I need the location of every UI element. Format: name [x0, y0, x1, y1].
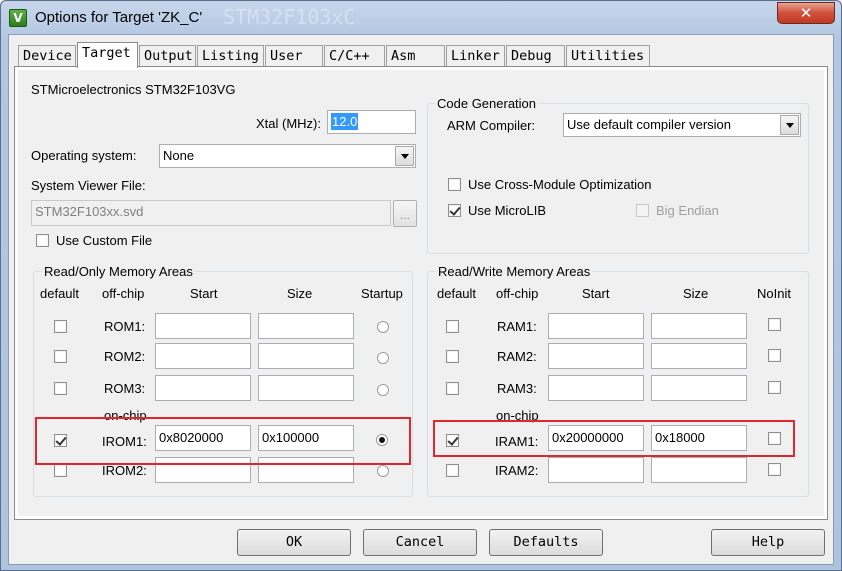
tab-target[interactable]: Target [77, 42, 138, 68]
ok-button[interactable]: OK [237, 529, 351, 556]
help-button[interactable]: Help [711, 529, 825, 556]
tab-linker[interactable]: Linker [446, 45, 505, 67]
cancel-button[interactable]: Cancel [363, 529, 477, 556]
title-bar[interactable]: V Options for Target 'ZK_C' STM32F103xC … [1, 1, 841, 35]
tab-device[interactable]: Device [18, 45, 76, 67]
background-title-fragment: STM32F103xC [223, 5, 356, 29]
window-title: Options for Target 'ZK_C' [35, 9, 203, 26]
tab-listing[interactable]: Listing [197, 45, 264, 67]
close-button[interactable]: ✕ [777, 2, 835, 24]
tab-debug[interactable]: Debug [506, 45, 565, 67]
tab-output[interactable]: Output [139, 45, 196, 67]
keil-app-icon: V [9, 9, 27, 27]
defaults-button[interactable]: Defaults [489, 529, 603, 556]
tab-cpp[interactable]: C/C++ [324, 45, 385, 67]
tab-asm[interactable]: Asm [386, 45, 445, 67]
tab-utilities[interactable]: Utilities [566, 45, 650, 67]
tab-user[interactable]: User [265, 45, 323, 67]
panel-inner [18, 70, 824, 516]
target-panel [14, 66, 828, 520]
